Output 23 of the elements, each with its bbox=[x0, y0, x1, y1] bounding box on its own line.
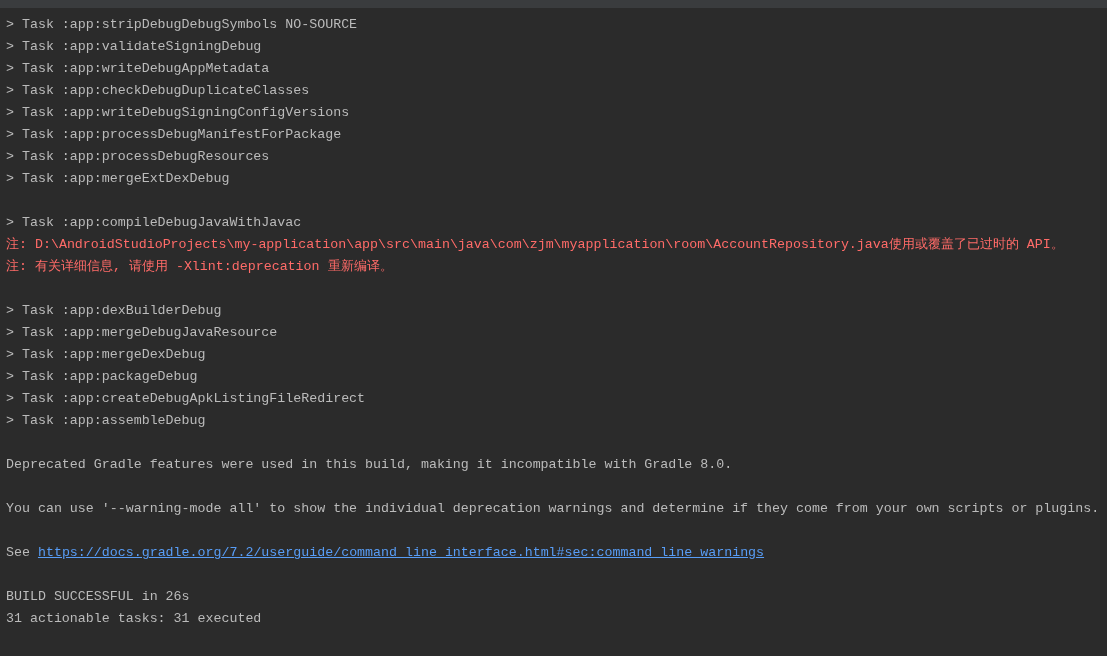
task-line: > Task :app:validateSigningDebug bbox=[6, 38, 263, 56]
task-line: > Task :app:createDebugApkListingFileRedirect bbox=[6, 390, 367, 408]
task-line: > Task :app:processDebugManifestForPackage bbox=[6, 126, 343, 144]
task-line: > Task :app:assembleDebug bbox=[6, 412, 207, 430]
output-line: 31 actionable tasks: 31 executed bbox=[6, 610, 263, 628]
task-line: > Task :app:packageDebug bbox=[6, 368, 199, 386]
task-line: > Task :app:writeDebugAppMetadata bbox=[6, 60, 271, 78]
output-line: Deprecated Gradle features were used in this build, making it incompatible with Gradle 8.0. bbox=[6, 456, 734, 474]
task-line: > Task :app:checkDebugDuplicateClasses bbox=[6, 82, 311, 100]
task-line: > Task :app:mergeDexDebug bbox=[6, 346, 207, 364]
output-line: You can use '--warning-mode all' to show the individual deprecation warnings and determine if they come from your own scripts or plugins. bbox=[6, 500, 1101, 518]
task-line: > Task :app:writeDebugSigningConfigVersions bbox=[6, 104, 351, 122]
documentation-link[interactable]: https://docs.gradle.org/7.2/userguide/command_line_interface.html#sec:command_line_warnings bbox=[37, 542, 765, 564]
error-line: 注: D:\AndroidStudioProjects\my-application\app\src\main\java\com\zjm\myapplication\room\AccountRepository.java使用或覆盖了已过时的 API。 bbox=[6, 236, 1065, 254]
task-line: > Task :app:compileDebugJavaWithJavac bbox=[6, 214, 303, 232]
task-line: > Task :app:mergeDebugJavaResource bbox=[6, 324, 279, 342]
task-line: > Task :app:processDebugResources bbox=[6, 148, 271, 166]
task-line: > Task :app:dexBuilderDebug bbox=[6, 302, 223, 320]
task-line: > Task :app:mergeExtDexDebug bbox=[6, 170, 231, 188]
output-line: BUILD SUCCESSFUL in 26s bbox=[6, 588, 191, 606]
error-line: 注: 有关详细信息, 请使用 -Xlint:deprecation 重新编译。 bbox=[6, 258, 394, 276]
output-line: See bbox=[6, 544, 30, 562]
task-line: > Task :app:stripDebugDebugSymbols NO-SOURCE bbox=[6, 16, 359, 34]
